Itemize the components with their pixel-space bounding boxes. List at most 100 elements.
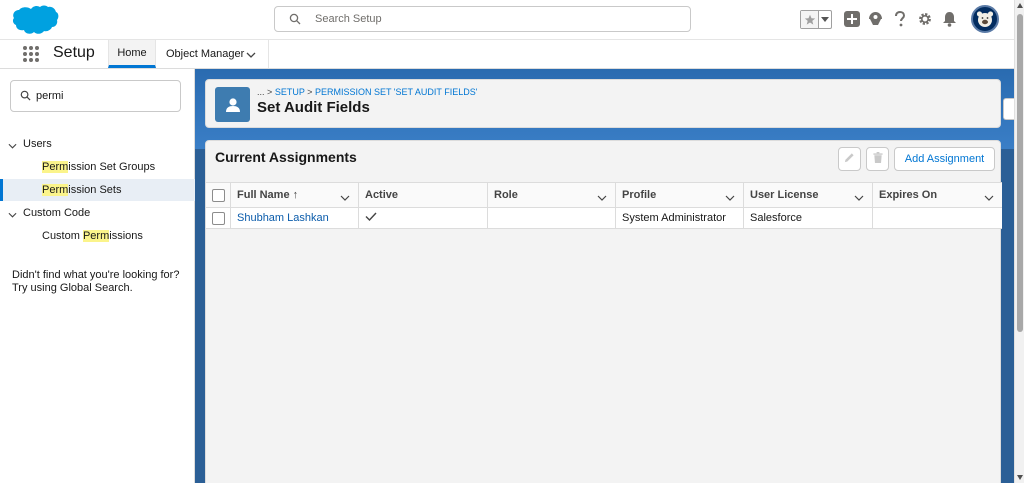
label-rest: ission Sets: [68, 184, 122, 196]
table-row: Shubham Lashkan System Administrator Sal…: [206, 208, 1002, 229]
app-launcher-icon[interactable]: [23, 46, 39, 62]
expires-on-cell: [873, 208, 1002, 228]
column-header-user-license[interactable]: User License: [744, 183, 873, 207]
avatar[interactable]: [971, 5, 999, 33]
search-highlight: Perm: [42, 184, 69, 196]
search-icon: [289, 13, 301, 28]
chevron-down-icon[interactable]: [8, 209, 17, 221]
quick-find-input[interactable]: [36, 88, 176, 104]
favorites-button[interactable]: [800, 10, 832, 29]
user-license-cell: Salesforce: [744, 208, 873, 228]
delete-button[interactable]: [866, 147, 889, 171]
user-name-link[interactable]: Shubham Lashkan: [237, 212, 329, 224]
sidebar-item-custom-permissions[interactable]: Custom Permissions: [0, 225, 195, 247]
breadcrumb-dots: ...: [257, 87, 265, 97]
column-label: Profile: [622, 189, 657, 201]
sidebar-item-permission-set-groups[interactable]: Permission Set Groups: [0, 156, 195, 178]
search-icon: [20, 90, 31, 104]
column-label: Active: [365, 189, 399, 201]
tab-home[interactable]: Home: [108, 40, 156, 68]
page-title: Set Audit Fields: [257, 99, 370, 116]
tree-node-users[interactable]: Users: [0, 133, 195, 155]
search-highlight: Perm: [42, 161, 69, 173]
utility-panel-toggle[interactable]: [1003, 98, 1014, 120]
bell-icon[interactable]: [940, 10, 958, 28]
main-content: ... > SETUP > PERMISSION SET 'SET AUDIT …: [195, 69, 1014, 483]
trailhead-icon[interactable]: [866, 10, 884, 28]
tree-node-custom-code[interactable]: Custom Code: [0, 202, 195, 224]
label-rest: ission Set Groups: [68, 161, 156, 173]
column-header-profile[interactable]: Profile: [616, 183, 744, 207]
star-icon[interactable]: [801, 11, 819, 28]
page-scrollbar[interactable]: [1014, 0, 1024, 483]
pencil-icon: [844, 152, 855, 166]
tree-node-label: Custom Code: [23, 207, 91, 219]
search-setup-input[interactable]: [315, 11, 675, 27]
scroll-down-arrow-icon[interactable]: [1017, 475, 1023, 480]
breadcrumb-separator: >: [307, 87, 313, 97]
scroll-up-arrow-icon[interactable]: [1017, 3, 1023, 8]
active-cell: [359, 208, 488, 228]
gear-icon[interactable]: [916, 10, 934, 28]
tab-object-manager[interactable]: Object Manager: [156, 40, 269, 68]
column-label: Expires On: [879, 189, 938, 201]
chevron-down-icon[interactable]: [340, 192, 350, 204]
full-name-cell: Shubham Lashkan: [231, 208, 359, 228]
chevron-down-icon[interactable]: [8, 140, 17, 152]
panel-title: Current Assignments: [215, 149, 357, 165]
page-header: ... > SETUP > PERMISSION SET 'SET AUDIT …: [205, 79, 1001, 128]
label-rest: issions: [109, 230, 143, 242]
tab-object-manager-label: Object Manager: [166, 48, 245, 60]
chevron-down-icon[interactable]: [984, 192, 994, 204]
setup-sidebar: Users Permission Set Groups Permission S…: [0, 69, 195, 483]
help-icon[interactable]: [891, 10, 909, 28]
chevron-down-icon[interactable]: [725, 192, 735, 204]
global-search[interactable]: [274, 6, 691, 32]
column-header-expires-on[interactable]: Expires On: [873, 183, 1002, 207]
label-prefix: Custom: [42, 230, 83, 242]
sidebar-item-label: Permission Sets: [42, 184, 121, 196]
profile-cell: System Administrator: [616, 208, 744, 228]
breadcrumb-permission-set-link[interactable]: PERMISSION SET 'SET AUDIT FIELDS': [315, 87, 477, 97]
tree-node-label: Users: [23, 138, 52, 150]
scrollbar-thumb[interactable]: [1017, 14, 1023, 332]
sidebar-item-permission-sets[interactable]: Permission Sets: [0, 179, 195, 201]
row-checkbox[interactable]: [212, 211, 225, 225]
global-header: [0, 0, 1014, 40]
edit-button[interactable]: [838, 147, 861, 171]
role-cell: [488, 208, 616, 228]
context-bar: Setup Home Object Manager: [0, 40, 1014, 69]
search-highlight: Perm: [82, 230, 110, 242]
quick-find-box[interactable]: [10, 80, 181, 112]
column-label: Role: [494, 189, 518, 201]
breadcrumb: ... > SETUP > PERMISSION SET 'SET AUDIT …: [257, 87, 477, 97]
column-header-active[interactable]: Active: [359, 183, 488, 207]
breadcrumb-separator: >: [267, 87, 273, 97]
chevron-down-icon[interactable]: [597, 192, 607, 204]
chevron-down-icon[interactable]: [854, 192, 864, 204]
chevron-down-icon[interactable]: [246, 49, 256, 61]
sort-arrow-icon: ↑: [292, 189, 299, 201]
checkmark-icon: [365, 212, 377, 224]
breadcrumb-setup-link[interactable]: SETUP: [275, 87, 305, 97]
row-select-cell: [206, 208, 231, 228]
add-icon[interactable]: [843, 10, 861, 28]
column-label: User License: [750, 189, 819, 201]
assignments-table: Full Name ↑ Active Role Profile User Lic…: [206, 182, 1002, 229]
sidebar-item-label: Permission Set Groups: [42, 161, 155, 173]
not-found-hint: Didn't find what you're looking for? Try…: [12, 269, 180, 294]
add-assignment-button[interactable]: Add Assignment: [894, 147, 995, 171]
trash-icon: [872, 152, 883, 166]
current-assignments-panel: Current Assignments Add Assignment Full …: [205, 140, 1002, 483]
salesforce-logo[interactable]: [11, 4, 59, 36]
sidebar-item-label: Custom Permissions: [42, 230, 143, 242]
app-name: Setup: [53, 44, 95, 61]
chevron-down-icon[interactable]: [819, 11, 831, 28]
column-header-full-name[interactable]: Full Name ↑: [231, 183, 359, 207]
user-icon: [215, 87, 250, 122]
column-label: Full Name: [237, 189, 290, 201]
tab-home-label: Home: [117, 46, 147, 59]
column-header-role[interactable]: Role: [488, 183, 616, 207]
select-all-checkbox[interactable]: [212, 188, 225, 202]
select-all-cell: [206, 183, 231, 207]
